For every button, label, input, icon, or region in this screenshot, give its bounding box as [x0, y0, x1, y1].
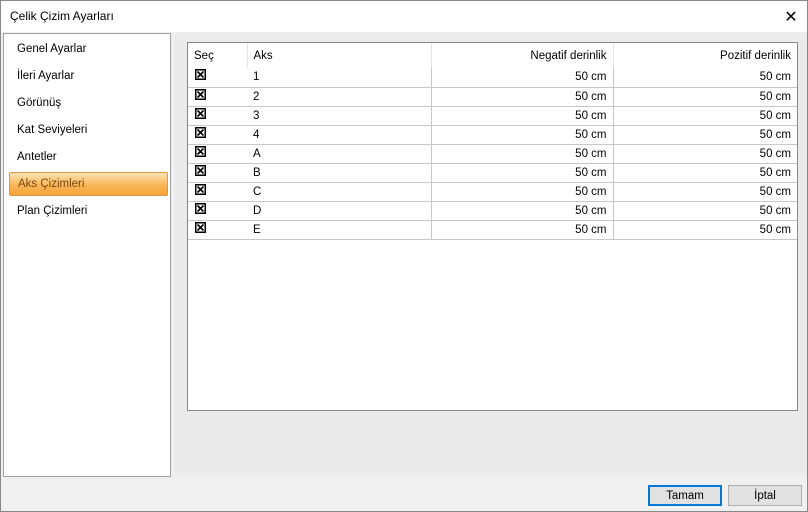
negative-depth-cell[interactable]: 50 cm — [431, 163, 614, 183]
title-bar: Çelik Çizim Ayarları ✕ — [1, 1, 807, 32]
checkbox-checked-icon[interactable] — [195, 69, 206, 80]
positive-depth-cell[interactable]: 50 cm — [613, 182, 797, 202]
select-cell[interactable] — [188, 220, 247, 240]
nav-item[interactable]: Kat Seviyeleri — [9, 118, 168, 142]
checkbox-checked-icon[interactable] — [195, 164, 206, 176]
nav-item[interactable]: Plan Çizimleri — [9, 199, 168, 223]
axis-cell[interactable]: D — [247, 201, 432, 221]
select-cell[interactable] — [188, 87, 247, 107]
axis-table: Seç Aks Negatif derinlik Pozitif derinli… — [187, 42, 798, 411]
select-cell[interactable] — [188, 144, 247, 164]
positive-depth-cell[interactable]: 50 cm — [613, 125, 797, 145]
settings-nav: Genel Ayarlar İleri Ayarlar Görünüş Kat Sev… — [3, 33, 171, 477]
checkbox-checked-icon[interactable] — [195, 183, 206, 195]
table-row[interactable]: A 50 cm 50 cm — [188, 144, 797, 164]
negative-depth-cell[interactable]: 50 cm — [431, 125, 614, 145]
axis-cell[interactable]: 3 — [247, 106, 432, 126]
nav-item[interactable]: İleri Ayarlar — [9, 64, 168, 88]
negative-depth-cell[interactable]: 50 cm — [431, 68, 614, 88]
positive-depth-cell[interactable]: 50 cm — [613, 87, 797, 107]
select-cell[interactable] — [188, 68, 247, 88]
table-row[interactable]: 3 50 cm 50 cm — [188, 106, 797, 126]
checkbox-checked-icon[interactable] — [195, 221, 206, 233]
positive-depth-cell[interactable]: 50 cm — [613, 201, 797, 221]
table-row[interactable]: B 50 cm 50 cm — [188, 163, 797, 183]
table-row[interactable]: C 50 cm 50 cm — [188, 182, 797, 202]
axis-cell[interactable]: C — [247, 182, 432, 202]
select-cell[interactable] — [188, 201, 247, 221]
select-cell[interactable] — [188, 182, 247, 202]
settings-dialog: Çelik Çizim Ayarları ✕ Genel Ayarlar İler… — [0, 0, 808, 512]
positive-depth-cell[interactable]: 50 cm — [613, 106, 797, 126]
table-row[interactable]: 1 50 cm 50 cm — [188, 68, 797, 88]
col-header-select[interactable]: Seç — [188, 43, 248, 68]
positive-depth-cell[interactable]: 50 cm — [613, 68, 797, 88]
checkbox-checked-icon[interactable] — [195, 88, 206, 100]
checkbox-checked-icon[interactable] — [195, 126, 206, 138]
axis-cell[interactable]: E — [247, 220, 432, 240]
positive-depth-cell[interactable]: 50 cm — [613, 144, 797, 164]
col-header-negative-depth[interactable]: Negatif derinlik — [431, 43, 614, 68]
window-title: Çelik Çizim Ayarları — [10, 9, 114, 23]
ok-button[interactable]: Tamam — [648, 485, 722, 506]
axis-cell[interactable]: 1 — [247, 68, 432, 88]
nav-item[interactable]: Aks Çizimleri — [9, 172, 168, 196]
negative-depth-cell[interactable]: 50 cm — [431, 201, 614, 221]
positive-depth-cell[interactable]: 50 cm — [613, 220, 797, 240]
axis-cell[interactable]: 2 — [247, 87, 432, 107]
cancel-button[interactable]: İptal — [728, 485, 802, 506]
table-row[interactable]: 2 50 cm 50 cm — [188, 87, 797, 107]
table-row[interactable]: E 50 cm 50 cm — [188, 220, 797, 240]
table-row[interactable]: D 50 cm 50 cm — [188, 201, 797, 221]
nav-item[interactable]: Görünüş — [9, 91, 168, 115]
checkbox-checked-icon[interactable] — [195, 145, 206, 157]
negative-depth-cell[interactable]: 50 cm — [431, 220, 614, 240]
select-cell[interactable] — [188, 106, 247, 126]
axis-cell[interactable]: 4 — [247, 125, 432, 145]
select-cell[interactable] — [188, 163, 247, 183]
negative-depth-cell[interactable]: 50 cm — [431, 182, 614, 202]
positive-depth-cell[interactable]: 50 cm — [613, 163, 797, 183]
checkbox-checked-icon[interactable] — [195, 107, 206, 119]
nav-item[interactable]: Genel Ayarlar — [9, 37, 168, 61]
table-row[interactable]: 4 50 cm 50 cm — [188, 125, 797, 145]
close-button[interactable]: ✕ — [775, 1, 807, 32]
col-header-axis[interactable]: Aks — [247, 43, 432, 68]
col-header-positive-depth[interactable]: Pozitif derinlik — [613, 43, 797, 68]
checkbox-checked-icon[interactable] — [195, 202, 206, 214]
negative-depth-cell[interactable]: 50 cm — [431, 106, 614, 126]
select-cell[interactable] — [188, 125, 247, 145]
axis-cell[interactable]: A — [247, 144, 432, 164]
close-icon: ✕ — [784, 8, 798, 26]
axis-cell[interactable]: B — [247, 163, 432, 183]
negative-depth-cell[interactable]: 50 cm — [431, 144, 614, 164]
nav-item[interactable]: Antetler — [9, 145, 168, 169]
negative-depth-cell[interactable]: 50 cm — [431, 87, 614, 107]
